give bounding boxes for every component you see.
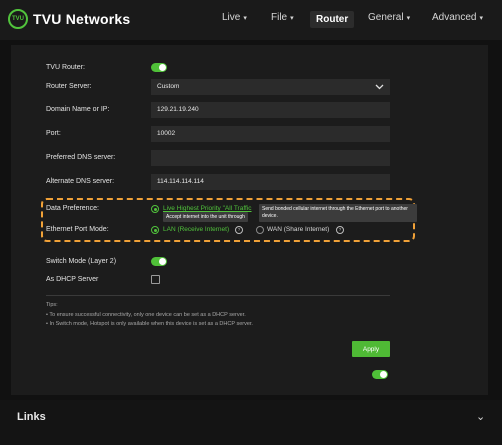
data-preference-radio[interactable] [151, 205, 159, 213]
help-circle-icon[interactable]: ? [336, 226, 344, 234]
alternate-dns-label: Alternate DNS server: [46, 178, 115, 185]
nav-general[interactable]: General ▾ [368, 12, 410, 23]
chevron-down-icon: ▾ [290, 15, 294, 22]
preferred-dns-label: Preferred DNS server: [46, 154, 116, 161]
brand-logo[interactable]: TVU TVU Networks [8, 9, 130, 29]
nav-router-label: Router [316, 14, 349, 25]
brand-name: TVU Networks [33, 11, 131, 27]
preferred-dns-input[interactable] [151, 150, 390, 166]
nav-file[interactable]: File ▾ [271, 12, 294, 23]
dhcp-server-checkbox[interactable] [151, 275, 160, 284]
tooltip-lan: Accept internet into the unit through [163, 212, 248, 222]
data-preference-option[interactable]: Live Highest Priority "All Traffic [163, 205, 252, 212]
router-server-select[interactable]: Custom [151, 79, 390, 95]
nav-advanced[interactable]: Advanced ▾ [432, 12, 483, 23]
tvu-router-label: TVU Router: [46, 64, 85, 71]
nav-advanced-label: Advanced [432, 12, 477, 23]
chevron-down-icon: ▾ [243, 15, 247, 22]
logo-badge: TVU [8, 9, 28, 29]
switch-mode-toggle[interactable] [151, 257, 167, 266]
chevron-down-icon [375, 84, 384, 90]
chevron-down-icon: ▾ [406, 15, 411, 22]
section-divider [46, 295, 390, 296]
tips-title: Tips: [46, 302, 58, 308]
data-preference-label: Data Preference: [46, 205, 99, 212]
nav-live-label: Live [222, 12, 241, 23]
tip-item: • To ensure successful connectivity, onl… [46, 312, 246, 318]
dhcp-server-label: As DHCP Server [46, 276, 99, 283]
alternate-dns-input[interactable]: 114.114.114.114 [151, 174, 390, 190]
tvu-router-toggle[interactable] [151, 63, 167, 72]
port-input[interactable]: 10002 [151, 126, 390, 142]
wan-option-label[interactable]: WAN (Share Internet) [267, 226, 329, 233]
tip-item: • In Switch mode, Hotspot is only availa… [46, 321, 253, 327]
nav-router[interactable]: Router [310, 11, 355, 28]
links-title: Links [17, 411, 46, 423]
nav-live[interactable]: Live ▾ [222, 12, 247, 23]
help-circle-icon[interactable]: ? [235, 226, 243, 234]
switch-mode-label: Switch Mode (Layer 2) [46, 258, 117, 265]
chevron-down-icon: ▾ [479, 15, 483, 22]
tooltip-wan: Send bonded cellular internet through th… [259, 204, 417, 222]
apply-button[interactable]: Apply [352, 341, 390, 357]
lan-option-label[interactable]: LAN (Receive Internet) [163, 226, 229, 233]
links-section[interactable]: Links ⌄ [0, 400, 502, 445]
top-navbar: TVU TVU Networks Live ▾ File ▾ Router Gene… [0, 0, 502, 40]
ethernet-port-mode-label: Ethernet Port Mode: [46, 226, 109, 233]
nav-file-label: File [271, 12, 288, 23]
wan-radio[interactable] [256, 226, 264, 234]
panel-toggle[interactable] [372, 370, 388, 379]
chevron-down-icon[interactable]: ⌄ [476, 410, 485, 423]
router-server-value: Custom [157, 83, 180, 90]
domain-label: Domain Name or IP: [46, 106, 110, 113]
router-server-label: Router Server: [46, 83, 92, 90]
port-label: Port: [46, 130, 61, 137]
domain-input[interactable]: 129.21.19.240 [151, 102, 390, 118]
nav-general-label: General [368, 12, 404, 23]
lan-radio[interactable] [151, 226, 159, 234]
